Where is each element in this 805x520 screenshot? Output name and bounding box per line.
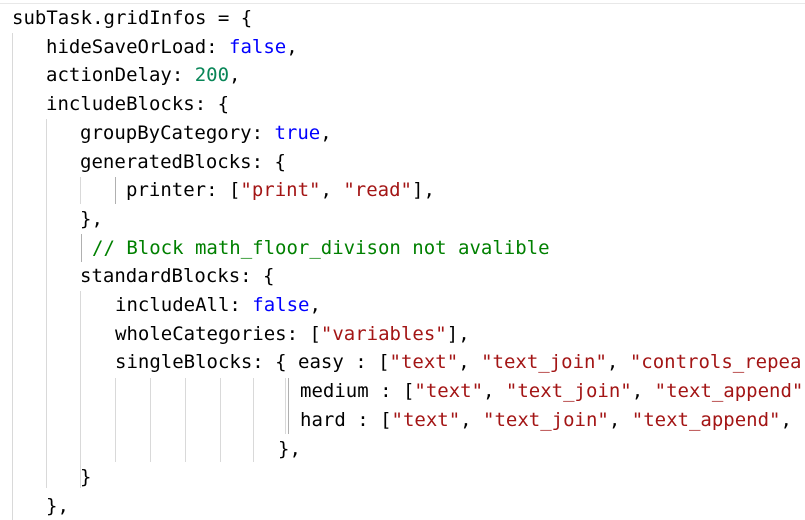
code-token: printer: [ — [126, 179, 241, 202]
code-token: standardBlocks: { — [80, 265, 275, 288]
code-token: }, — [278, 437, 301, 460]
code-token: }, — [80, 207, 103, 230]
indent-guide — [150, 378, 151, 462]
code-line-includeall[interactable]: includeAll: false, — [115, 291, 321, 320]
code-line-generatedblocks[interactable]: generatedBlocks: { — [80, 148, 286, 177]
code-token: groupByCategory: — [80, 121, 275, 144]
code-line-close-standard[interactable]: } — [80, 463, 91, 492]
code-token: "text_append" — [654, 380, 804, 403]
indent-guide — [80, 291, 81, 488]
code-token: , — [606, 351, 630, 374]
code-token: wholeCategories: [ — [115, 322, 321, 345]
code-token: "controls_repea — [629, 351, 802, 374]
code-line-includeblocks[interactable]: includeBlocks: { — [46, 90, 229, 119]
indent-guide — [285, 378, 286, 434]
code-token: false — [229, 35, 287, 58]
code-line-hard[interactable]: hard : ["text", "text_join", "text_appen… — [300, 406, 792, 435]
code-token: subTask.gridInfos = { — [12, 7, 253, 29]
code-token: ], — [446, 322, 470, 345]
code-token: false — [252, 294, 310, 316]
code-token: , — [320, 179, 344, 202]
indent-guide — [185, 378, 186, 462]
code-token: actionDelay: — [46, 64, 195, 87]
code-token: , — [483, 380, 506, 403]
indent-guide — [46, 119, 47, 488]
code-token: "text_append" — [631, 408, 781, 431]
code-token: }, — [46, 494, 69, 517]
code-token: "text" — [414, 380, 484, 403]
code-line-close-singleblocks[interactable]: }, — [278, 435, 301, 464]
code-token: , — [780, 408, 792, 431]
indent-guide — [80, 177, 81, 204]
code-token: ], — [412, 179, 435, 202]
indent-guide — [220, 378, 221, 462]
code-token: "text" — [389, 351, 459, 374]
code-token: "text_join" — [483, 408, 609, 431]
code-token: , — [320, 121, 332, 144]
indent-guide — [12, 33, 13, 520]
code-token: "variables" — [320, 322, 447, 345]
code-token: true — [274, 121, 321, 144]
code-token: hard : [ — [300, 408, 392, 431]
code-line-medium[interactable]: medium : ["text", "text_join", "text_app… — [300, 377, 803, 406]
code-line-singleblocks-easy[interactable]: singleBlocks: { easy : ["text", "text_jo… — [115, 348, 801, 377]
code-token: , — [309, 294, 321, 316]
code-token: "text_join" — [505, 380, 632, 403]
code-line-standardblocks[interactable]: standardBlocks: { — [80, 262, 274, 291]
code-token: "text_join" — [481, 351, 607, 374]
code-line-hidesaveorload[interactable]: hideSaveOrLoad: false, — [46, 33, 298, 62]
code-token: includeAll: — [115, 294, 253, 316]
code-line-actiondelay[interactable]: actionDelay: 200, — [46, 61, 241, 90]
code-token: "print" — [240, 179, 321, 202]
indent-guide — [288, 378, 289, 434]
code-line-wholecategories[interactable]: wholeCategories: ["variables"], — [115, 320, 470, 349]
code-line-subtask-gridinfos[interactable]: subTask.gridInfos = { — [12, 4, 252, 33]
code-token: } — [80, 466, 92, 489]
code-token: generatedBlocks: { — [80, 150, 286, 173]
code-editor[interactable]: subTask.gridInfos = { hideSaveOrLoad: fal… — [0, 0, 805, 520]
code-token: , — [608, 408, 632, 431]
code-line-close-includeblocks[interactable]: }, — [46, 492, 69, 520]
indent-guide — [115, 378, 116, 462]
code-token: , — [229, 64, 241, 87]
code-token: , — [460, 408, 484, 431]
code-token: , — [631, 380, 655, 403]
code-token: hideSaveOrLoad: — [46, 35, 230, 58]
indent-guide — [253, 378, 254, 462]
code-token: "text" — [391, 408, 461, 431]
code-line-printer[interactable]: printer: ["print", "read"], — [126, 176, 435, 205]
code-token: , — [286, 35, 298, 58]
code-token: // Block math_floor_divison not avalible — [92, 236, 550, 259]
code-line-comment[interactable]: // Block math_floor_divison not avalible — [92, 234, 550, 263]
code-token: 200 — [194, 64, 230, 87]
code-token: singleBlocks: { easy : [ — [115, 351, 390, 374]
code-token: includeBlocks: { — [46, 93, 230, 116]
indent-guide — [115, 177, 116, 204]
code-token: , — [458, 351, 482, 374]
code-line-close-generated[interactable]: }, — [80, 205, 103, 234]
code-token: medium : [ — [300, 380, 415, 403]
code-line-groupbycategory[interactable]: groupByCategory: true, — [80, 119, 332, 148]
indent-guide — [81, 234, 82, 262]
code-token: "read" — [343, 179, 412, 202]
